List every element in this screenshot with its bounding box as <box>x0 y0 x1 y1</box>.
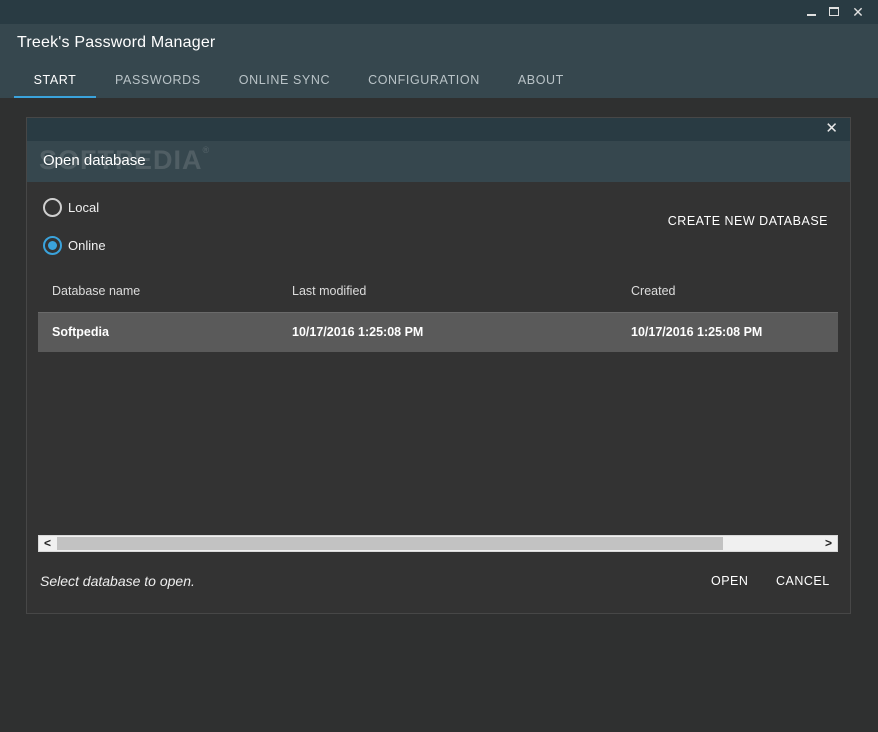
cell-database-name: Softpedia <box>52 325 109 339</box>
column-header-modified[interactable]: Last modified <box>292 284 366 298</box>
dialog-title: Open database <box>43 152 146 169</box>
scroll-left-icon[interactable]: < <box>39 536 56 551</box>
window-titlebar: ✕ <box>0 0 878 24</box>
maximize-icon[interactable] <box>823 2 845 22</box>
create-new-database-button[interactable]: CREATE NEW DATABASE <box>668 214 828 228</box>
radio-local-label: Local <box>68 199 100 215</box>
radio-online[interactable]: Online <box>43 235 106 255</box>
open-button[interactable]: OPEN <box>711 574 748 588</box>
dialog-close-icon[interactable]: ✕ <box>825 120 838 138</box>
column-header-created[interactable]: Created <box>631 284 675 298</box>
app-title: Treek's Password Manager <box>17 34 216 51</box>
radio-online-indicator[interactable] <box>43 235 62 255</box>
cell-created: 10/17/2016 1:25:08 PM <box>631 325 763 339</box>
open-database-dialog: ✕ SOFTPEDIA® Open database Local Online … <box>26 117 851 614</box>
cancel-button[interactable]: CANCEL <box>776 574 830 588</box>
horizontal-scrollbar[interactable]: < > <box>38 535 838 552</box>
tab-online-sync[interactable]: ONLINE SYNC <box>220 64 349 98</box>
tab-configuration[interactable]: CONFIGURATION <box>349 64 499 98</box>
close-icon[interactable]: ✕ <box>847 2 869 22</box>
dialog-titlebar: ✕ <box>27 118 850 141</box>
radio-local-indicator[interactable] <box>43 197 62 217</box>
radio-local[interactable]: Local <box>43 197 99 217</box>
table-header: Database name Last modified Created <box>38 282 838 312</box>
cell-last-modified: 10/17/2016 1:25:08 PM <box>292 325 424 339</box>
scrollbar-thumb[interactable] <box>57 537 723 550</box>
table-row[interactable]: Softpedia 10/17/2016 1:25:08 PM 10/17/20… <box>38 312 838 352</box>
column-header-name[interactable]: Database name <box>52 284 140 298</box>
tab-start[interactable]: START <box>14 64 96 98</box>
app-header: Treek's Password Manager START PASSWORDS… <box>0 24 878 98</box>
tab-passwords[interactable]: PASSWORDS <box>96 64 220 98</box>
minimize-icon[interactable] <box>800 2 822 22</box>
app-window: ✕ Treek's Password Manager START PASSWOR… <box>0 0 878 732</box>
radio-online-label: Online <box>68 237 106 253</box>
tab-about[interactable]: ABOUT <box>499 64 583 98</box>
main-tabs: START PASSWORDS ONLINE SYNC CONFIGURATIO… <box>14 64 583 98</box>
scroll-right-icon[interactable]: > <box>820 536 837 551</box>
status-message: Select database to open. <box>40 573 195 589</box>
dialog-header: SOFTPEDIA® Open database <box>27 141 850 182</box>
